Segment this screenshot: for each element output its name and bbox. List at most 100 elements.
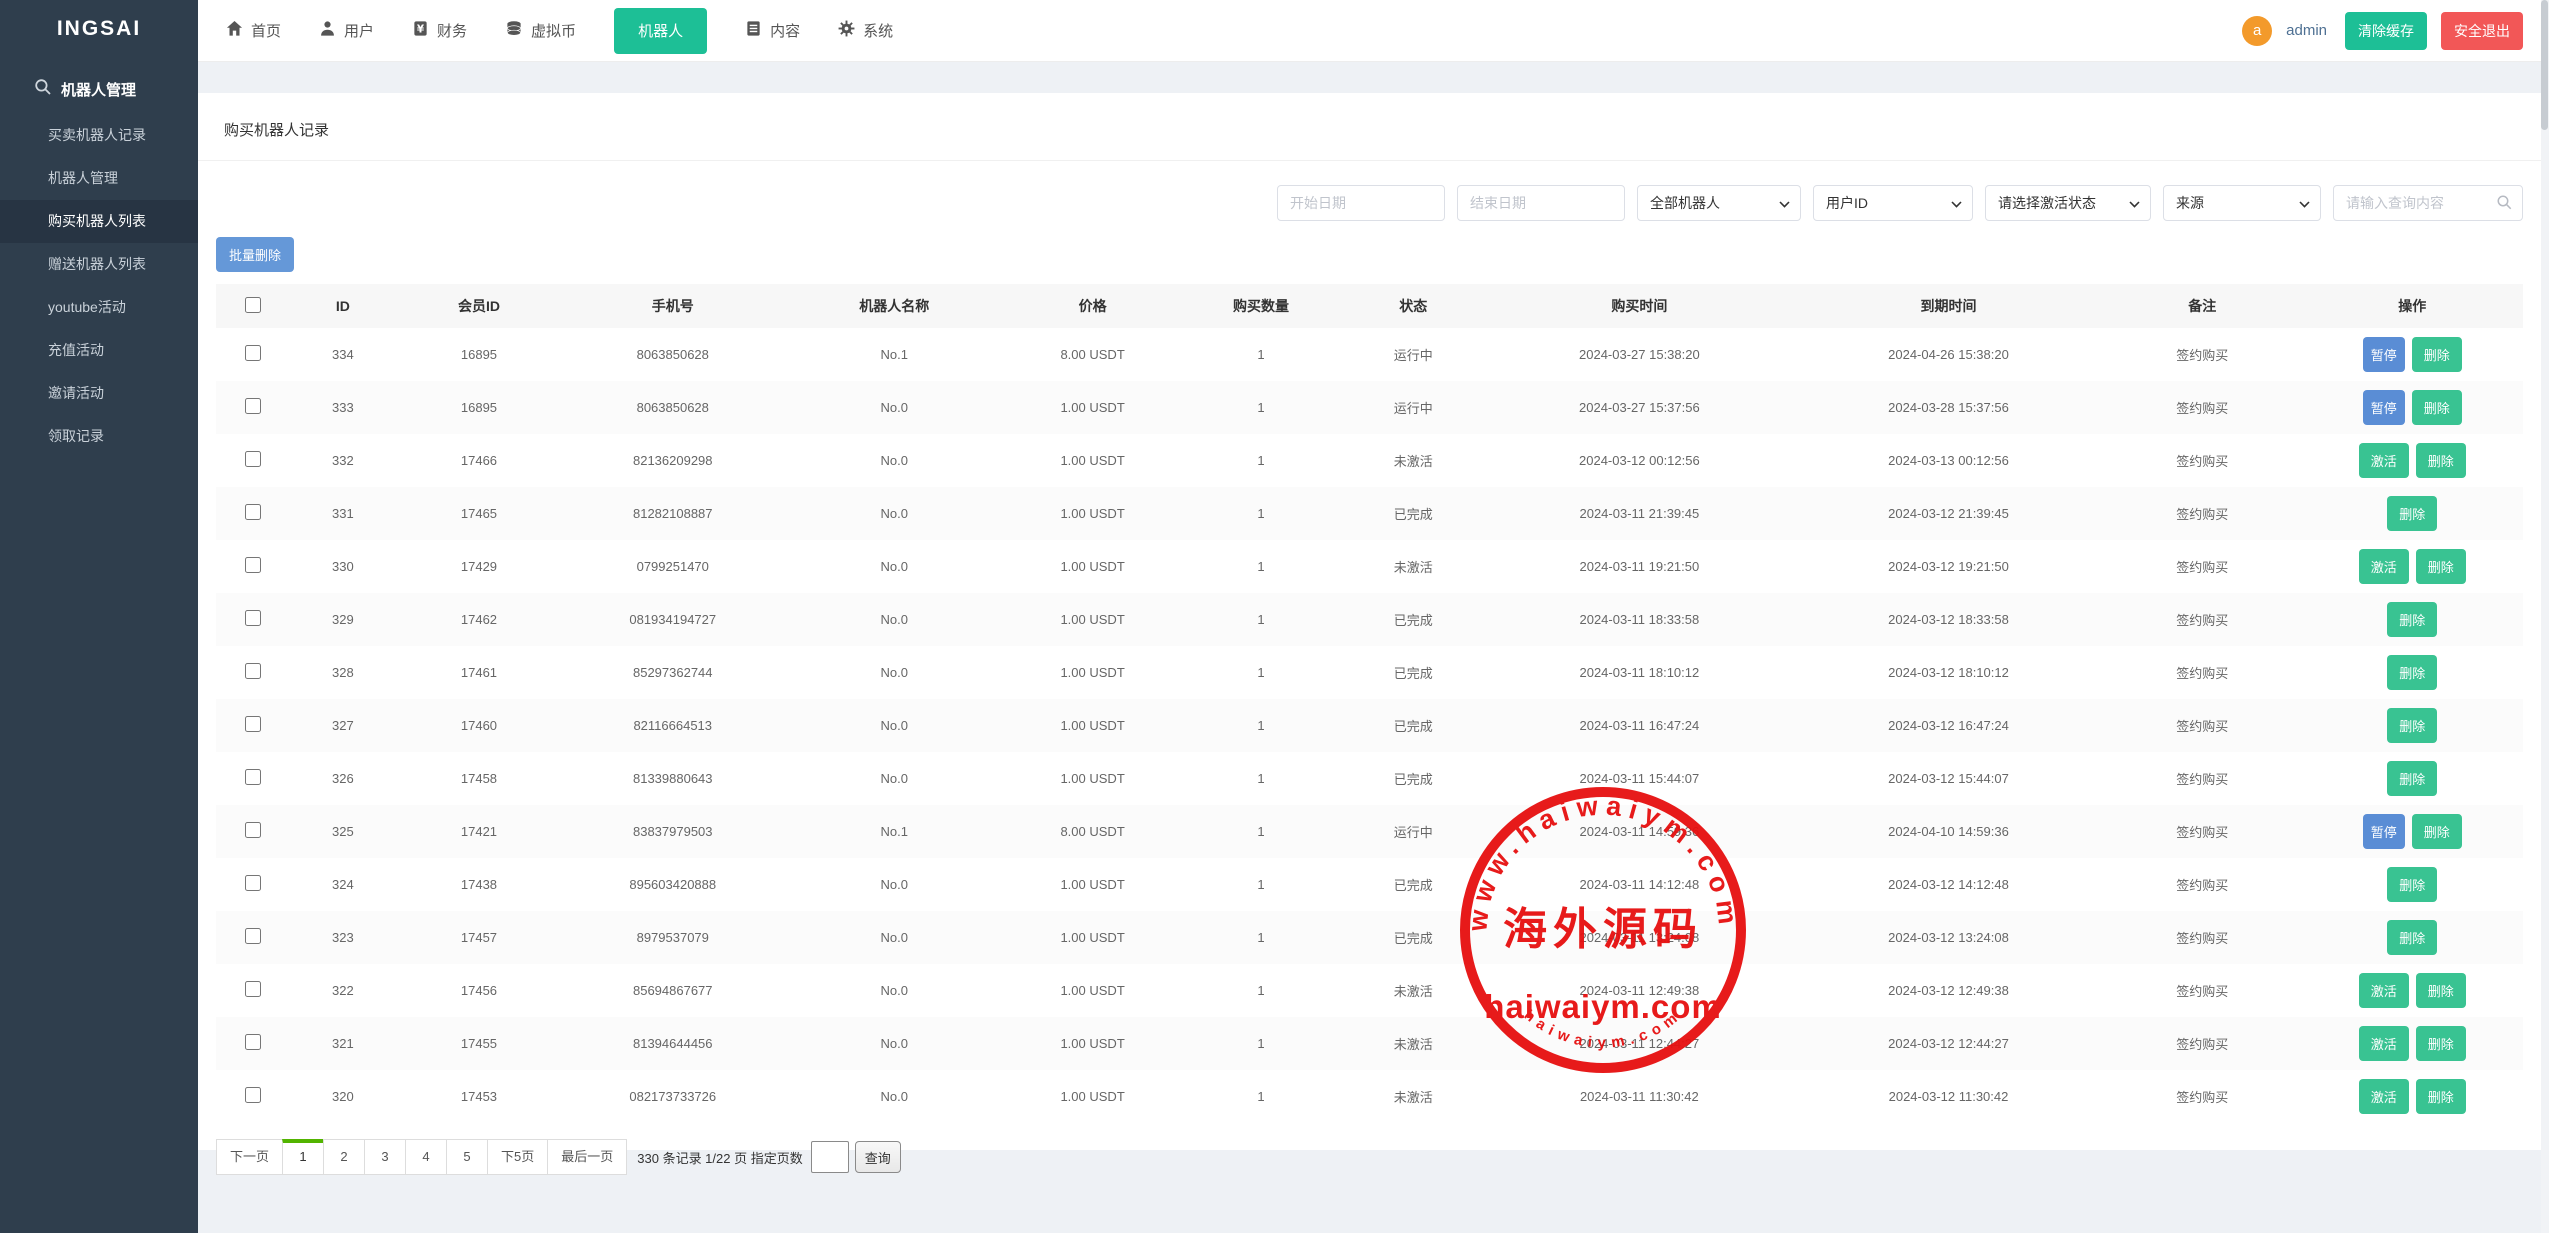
bulk-delete-button[interactable]: 批量删除 <box>216 237 294 272</box>
filter-bar: 全部机器人 用户ID 请选择激活状态 来源 <box>216 185 2523 221</box>
row-select-cell <box>216 487 290 540</box>
delete-button[interactable]: 删除 <box>2387 761 2437 796</box>
activation-status-select[interactable]: 请选择激活状态 <box>1985 185 2151 221</box>
sidebar-item[interactable]: 机器人管理 <box>0 157 198 200</box>
delete-button[interactable]: 删除 <box>2412 337 2462 372</box>
page-number-input[interactable] <box>811 1141 849 1173</box>
page-button-下一页[interactable]: 下一页 <box>216 1139 283 1175</box>
cell-id: 325 <box>290 805 396 858</box>
row-checkbox[interactable] <box>245 610 261 626</box>
cell-phone: 0799251470 <box>562 540 783 593</box>
nav-item-home[interactable]: 首页 <box>226 0 281 62</box>
row-checkbox[interactable] <box>245 451 261 467</box>
nav-item-system[interactable]: 系统 <box>838 0 893 62</box>
avatar[interactable]: a <box>2242 16 2272 46</box>
delete-button[interactable]: 删除 <box>2416 1026 2466 1061</box>
robot-select[interactable]: 全部机器人 <box>1637 185 1801 221</box>
sidebar-item[interactable]: 充值活动 <box>0 329 198 372</box>
scrollbar-thumb[interactable] <box>2541 0 2548 130</box>
nav-item-crypto[interactable]: 虚拟币 <box>505 0 576 62</box>
row-checkbox[interactable] <box>245 769 261 785</box>
logout-button[interactable]: 安全退出 <box>2441 12 2523 50</box>
delete-button[interactable]: 删除 <box>2416 549 2466 584</box>
sidebar-item[interactable]: 购买机器人列表 <box>0 200 198 243</box>
delete-button[interactable]: 删除 <box>2387 655 2437 690</box>
delete-button[interactable]: 删除 <box>2412 814 2462 849</box>
delete-button[interactable]: 删除 <box>2416 973 2466 1008</box>
clear-cache-button[interactable]: 清除缓存 <box>2345 12 2427 50</box>
nav-item-finance[interactable]: ¥ 财务 <box>412 0 467 62</box>
cell-remark: 签约购买 <box>2103 699 2301 752</box>
pause-button[interactable]: 暂停 <box>2363 390 2405 425</box>
row-checkbox[interactable] <box>245 663 261 679</box>
page-button-1[interactable]: 1 <box>282 1139 324 1175</box>
table-row: 3311746581282108887No.01.00 USDT1已完成2024… <box>216 487 2523 540</box>
cell-buy-time: 2024-03-27 15:38:20 <box>1485 328 1794 381</box>
pause-button[interactable]: 暂停 <box>2363 814 2405 849</box>
pagination: 下一页12345下5页最后一页 330 条记录 1/22 页 指定页数 查询 <box>216 1139 2523 1175</box>
delete-button[interactable]: 删除 <box>2387 496 2437 531</box>
row-checkbox[interactable] <box>245 504 261 520</box>
nav-item-users[interactable]: 用户 <box>319 0 374 62</box>
row-checkbox[interactable] <box>245 1087 261 1103</box>
table-row: 32417438895603420888No.01.00 USDT1已完成202… <box>216 858 2523 911</box>
go-to-page-button[interactable]: 查询 <box>855 1141 901 1173</box>
nav-label: 内容 <box>770 20 800 41</box>
row-select-cell <box>216 434 290 487</box>
sidebar-item[interactable]: 赠送机器人列表 <box>0 243 198 286</box>
table-head: ID 会员ID 手机号 机器人名称 价格 购买数量 状态 购买时间 到期时间 备… <box>216 284 2523 328</box>
source-select[interactable]: 来源 <box>2163 185 2321 221</box>
page-button-3[interactable]: 3 <box>364 1139 406 1175</box>
pause-button[interactable]: 暂停 <box>2363 337 2405 372</box>
page-scrollbar[interactable] <box>2541 0 2549 1233</box>
sidebar: INGSAI 机器人管理 买卖机器人记录机器人管理购买机器人列表赠送机器人列表y… <box>0 0 198 1233</box>
nav-item-robots[interactable]: 机器人 <box>614 8 707 54</box>
delete-button[interactable]: 删除 <box>2387 708 2437 743</box>
row-checkbox[interactable] <box>245 875 261 891</box>
col-header-id: ID <box>290 284 396 328</box>
search-input[interactable] <box>2333 185 2523 221</box>
start-date-input[interactable] <box>1277 185 1445 221</box>
sidebar-item[interactable]: 邀请活动 <box>0 372 198 415</box>
cell-buy-time: 2024-03-11 13:24:08 <box>1485 911 1794 964</box>
delete-button[interactable]: 删除 <box>2416 1079 2466 1114</box>
activate-button[interactable]: 激活 <box>2359 1079 2409 1114</box>
sidebar-item[interactable]: 领取记录 <box>0 415 198 458</box>
user-icon <box>319 20 336 41</box>
sidebar-item[interactable]: 买卖机器人记录 <box>0 114 198 157</box>
activate-button[interactable]: 激活 <box>2359 549 2409 584</box>
page-button-5[interactable]: 5 <box>446 1139 488 1175</box>
page-button-4[interactable]: 4 <box>405 1139 447 1175</box>
delete-button[interactable]: 删除 <box>2387 602 2437 637</box>
cell-expire-time: 2024-04-10 14:59:36 <box>1794 805 2103 858</box>
delete-button[interactable]: 删除 <box>2387 920 2437 955</box>
row-checkbox[interactable] <box>245 1034 261 1050</box>
row-checkbox[interactable] <box>245 928 261 944</box>
row-checkbox[interactable] <box>245 822 261 838</box>
page-button-下5页[interactable]: 下5页 <box>487 1139 548 1175</box>
activate-button[interactable]: 激活 <box>2359 1026 2409 1061</box>
page-button-最后一页[interactable]: 最后一页 <box>547 1139 627 1175</box>
table-row: 3211745581394644456No.01.00 USDT1未激活2024… <box>216 1017 2523 1070</box>
delete-button[interactable]: 删除 <box>2387 867 2437 902</box>
row-checkbox[interactable] <box>245 398 261 414</box>
delete-button[interactable]: 删除 <box>2412 390 2462 425</box>
activate-button[interactable]: 激活 <box>2359 443 2409 478</box>
sidebar-section-robot-management[interactable]: 机器人管理 <box>0 58 198 114</box>
activate-button[interactable]: 激活 <box>2359 973 2409 1008</box>
end-date-input[interactable] <box>1457 185 1625 221</box>
delete-button[interactable]: 删除 <box>2416 443 2466 478</box>
user-id-select[interactable]: 用户ID <box>1813 185 1973 221</box>
row-checkbox[interactable] <box>245 716 261 732</box>
username[interactable]: admin <box>2286 22 2327 39</box>
page-button-2[interactable]: 2 <box>323 1139 365 1175</box>
nav-item-content[interactable]: 内容 <box>745 0 800 62</box>
cell-expire-time: 2024-03-12 14:12:48 <box>1794 858 2103 911</box>
sidebar-item[interactable]: youtube活动 <box>0 286 198 329</box>
search-icon[interactable] <box>2496 194 2513 214</box>
search-wrap <box>2333 185 2523 221</box>
row-checkbox[interactable] <box>245 345 261 361</box>
row-checkbox[interactable] <box>245 981 261 997</box>
row-checkbox[interactable] <box>245 557 261 573</box>
select-all-checkbox[interactable] <box>245 297 261 313</box>
